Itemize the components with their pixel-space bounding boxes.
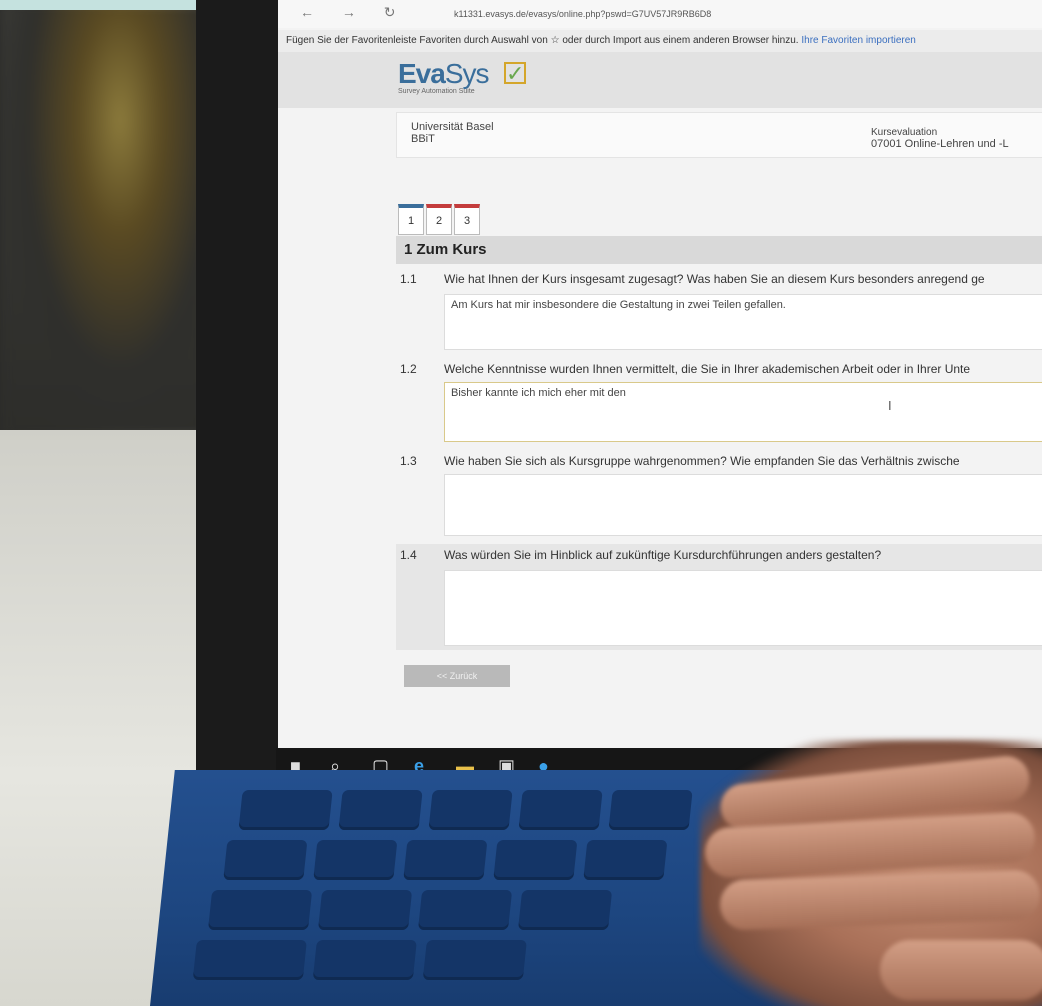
question-1-1: 1.1 Wie hat Ihnen der Kurs insgesamt zug… bbox=[396, 268, 1042, 354]
logo-tagline: Survey Automation Suite bbox=[398, 88, 475, 95]
key[interactable] bbox=[338, 790, 423, 830]
key[interactable] bbox=[608, 790, 693, 830]
browser-nav-icons[interactable]: ← → ↻ bbox=[300, 4, 408, 21]
text-cursor-icon: I bbox=[888, 398, 892, 413]
key[interactable] bbox=[518, 790, 603, 830]
evasys-header: EvaSys ✓ Survey Automation Suite bbox=[278, 52, 1042, 108]
back-button[interactable]: << Zurück bbox=[404, 665, 510, 687]
key[interactable] bbox=[422, 940, 527, 980]
question-1-3: 1.3 Wie haben Sie sich als Kursgruppe wa… bbox=[396, 450, 1042, 540]
institution: Universität Basel bbox=[411, 121, 494, 133]
question-text: Welche Kenntnisse wurden Ihnen vermittel… bbox=[444, 362, 971, 376]
url-text[interactable]: k11331.evasys.de/evasys/online.php?pswd=… bbox=[454, 9, 711, 19]
question-text: Wie haben Sie sich als Kursgruppe wahrge… bbox=[444, 454, 960, 468]
answer-field-1-4[interactable] bbox=[444, 570, 1042, 646]
logo-check-icon: ✓ bbox=[504, 61, 526, 86]
course-name: 07001 Online-Lehren und -L bbox=[871, 138, 1009, 150]
laptop-screen: ← → ↻ k11331.evasys.de/evasys/online.php… bbox=[278, 0, 1042, 748]
question-text: Was würden Sie im Hinblick auf zukünftig… bbox=[444, 548, 882, 562]
key[interactable] bbox=[517, 890, 613, 930]
favorites-hint: Fügen Sie der Favoritenleiste Favoriten … bbox=[286, 35, 799, 46]
key[interactable] bbox=[317, 890, 413, 930]
import-favorites-link[interactable]: Ihre Favoriten importieren bbox=[801, 35, 916, 46]
key[interactable] bbox=[417, 890, 513, 930]
section-title: 1 Zum Kurs bbox=[396, 236, 1042, 264]
answer-field-1-3[interactable] bbox=[444, 474, 1042, 536]
evasys-logo: EvaSys bbox=[398, 58, 490, 89]
question-number: 1.1 bbox=[400, 272, 417, 286]
question-number: 1.3 bbox=[400, 454, 417, 468]
finger bbox=[880, 940, 1042, 1000]
key[interactable] bbox=[313, 840, 398, 880]
background-object bbox=[0, 0, 210, 440]
question-number: 1.2 bbox=[400, 362, 417, 376]
key[interactable] bbox=[207, 890, 313, 930]
answer-field-1-1[interactable]: Am Kurs hat mir insbesondere die Gestalt… bbox=[444, 294, 1042, 350]
question-1-2: 1.2 Welche Kenntnisse wurden Ihnen vermi… bbox=[396, 358, 1042, 446]
key[interactable] bbox=[312, 940, 417, 980]
key[interactable] bbox=[583, 840, 668, 880]
favorites-bar: Fügen Sie der Favoritenleiste Favoriten … bbox=[278, 30, 1042, 52]
key[interactable] bbox=[428, 790, 513, 830]
question-1-4: 1.4 Was würden Sie im Hinblick auf zukün… bbox=[396, 544, 1042, 650]
evaluation-type: Kursevaluation bbox=[871, 127, 938, 138]
unit: BBiT bbox=[411, 133, 435, 145]
key[interactable] bbox=[238, 790, 333, 830]
question-number: 1.4 bbox=[400, 548, 417, 562]
tab-2[interactable]: 2 bbox=[426, 204, 452, 235]
key[interactable] bbox=[493, 840, 578, 880]
address-bar[interactable]: ← → ↻ k11331.evasys.de/evasys/online.php… bbox=[278, 0, 1042, 28]
course-info-box: Universität Basel BBiT Kursevaluation 07… bbox=[396, 112, 1042, 158]
photo-scene: ← → ↻ k11331.evasys.de/evasys/online.php… bbox=[0, 0, 1042, 1006]
answer-field-1-2[interactable]: Bisher kannte ich mich eher mit den bbox=[444, 382, 1042, 442]
question-text: Wie hat Ihnen der Kurs insgesamt zugesag… bbox=[444, 272, 985, 286]
key[interactable] bbox=[223, 840, 308, 880]
key[interactable] bbox=[403, 840, 488, 880]
key[interactable] bbox=[192, 940, 307, 980]
tab-1[interactable]: 1 bbox=[398, 204, 424, 235]
tab-3[interactable]: 3 bbox=[454, 204, 480, 235]
